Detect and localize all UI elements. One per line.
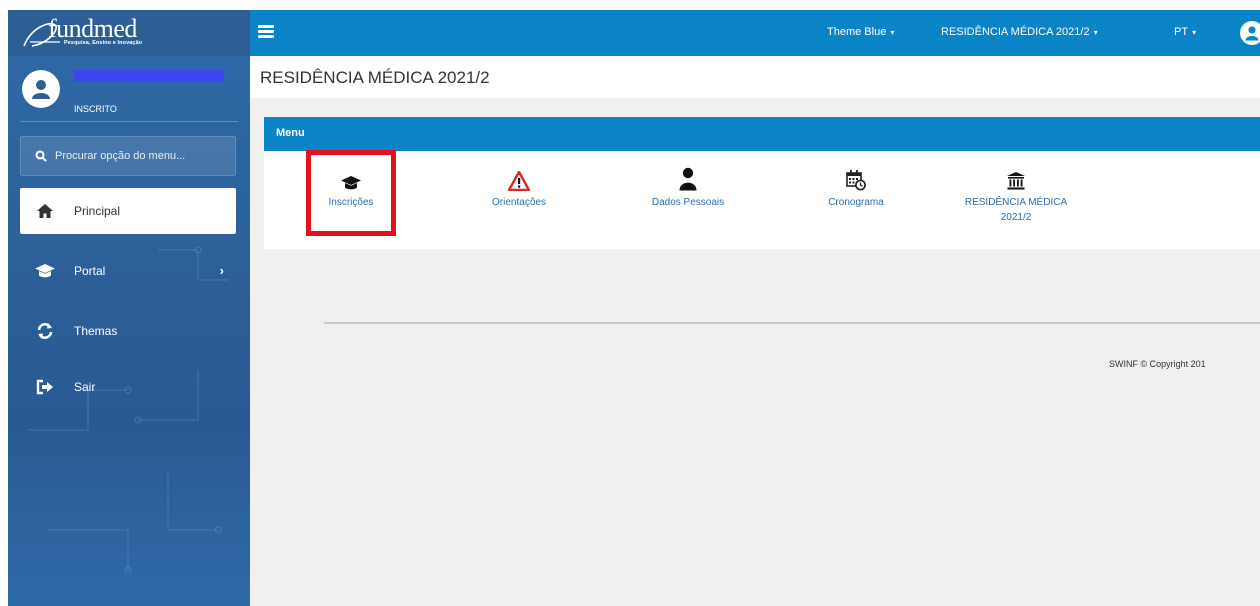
menu-panel-title: Menu <box>276 127 305 139</box>
search-icon <box>35 150 47 162</box>
user-avatar-icon <box>1245 26 1259 41</box>
avatar <box>22 70 60 108</box>
user-menu-avatar[interactable] <box>1240 21 1260 45</box>
logo-subtitle: Pesquisa, Ensino e Inovação <box>64 40 143 46</box>
graduation-cap-icon <box>281 165 421 191</box>
chevron-right-icon: › <box>219 263 224 278</box>
user-avatar-icon <box>32 80 50 99</box>
sidebar-item-label: Themas <box>74 324 118 338</box>
menu-item-label: Orientações <box>492 197 546 208</box>
language-dropdown[interactable]: PT ▾ <box>1174 26 1196 38</box>
user-icon <box>618 165 758 191</box>
user-divider <box>20 121 238 122</box>
menu-panel-heading: Menu <box>264 117 1260 151</box>
page-header: RESIDÊNCIA MÉDICA 2021/2 <box>250 56 1260 98</box>
menu-item-cronograma[interactable]: Cronograma <box>786 165 926 210</box>
brand-header[interactable]: fundmed Pesquisa, Ensino e Inovação <box>8 10 250 56</box>
sidebar-item-sair[interactable]: Sair <box>20 364 236 410</box>
refresh-icon <box>34 321 56 341</box>
caret-down-icon: ▾ <box>1093 28 1098 37</box>
sidebar-item-portal[interactable]: Portal › <box>20 248 236 294</box>
program-dropdown[interactable]: RESIDÊNCIA MÉDICA 2021/2 ▾ <box>941 26 1098 38</box>
menu-item-label: Dados Pessoais <box>651 197 725 208</box>
footer-copyright: SWINF © Copyright 201 <box>1109 359 1206 369</box>
menu-item-orientacoes[interactable]: Orientações <box>449 165 589 210</box>
menu-panel: Menu Inscrições Orientações Dados Pessoa… <box>264 117 1260 249</box>
warning-icon <box>449 165 589 191</box>
menu-item-label: RESIDÊNCIA MÉDICA 2021/2 <box>964 197 1068 223</box>
top-navbar: Theme Blue ▾ RESIDÊNCIA MÉDICA 2021/2 ▾ PT… <box>250 10 1260 56</box>
sidebar-item-label: Sair <box>74 380 96 394</box>
user-role: INSCRITO <box>74 104 117 114</box>
sidebar-item-label: Principal <box>74 204 121 218</box>
footer-divider <box>324 322 1260 324</box>
calendar-clock-icon <box>786 165 926 191</box>
search-input[interactable] <box>55 150 225 162</box>
sign-out-icon <box>34 377 56 397</box>
caret-down-icon: ▾ <box>890 28 895 37</box>
main-content: RESIDÊNCIA MÉDICA 2021/2 Menu Inscrições <box>250 56 1260 606</box>
graduation-cap-icon <box>34 261 56 281</box>
sidebar-item-principal[interactable]: Principal <box>20 188 236 234</box>
hamburger-menu-icon[interactable] <box>258 25 274 39</box>
menu-item-inscricoes[interactable]: Inscrições <box>281 165 421 210</box>
sidebar-item-label: Portal <box>74 264 106 278</box>
user-name-redacted <box>74 70 224 82</box>
menu-item-label: Cronograma <box>828 197 884 208</box>
caret-down-icon: ▾ <box>1192 28 1197 37</box>
menu-item-residencia-medica[interactable]: RESIDÊNCIA MÉDICA 2021/2 <box>946 165 1086 225</box>
menu-item-dados-pessoais[interactable]: Dados Pessoais <box>618 165 758 210</box>
sidebar: fundmed Pesquisa, Ensino e Inovação INSC… <box>8 10 250 606</box>
menu-item-label: Inscrições <box>328 197 374 208</box>
theme-dropdown[interactable]: Theme Blue ▾ <box>827 26 894 38</box>
home-icon <box>34 201 56 221</box>
page-title: RESIDÊNCIA MÉDICA 2021/2 <box>260 68 490 87</box>
user-panel: INSCRITO <box>8 56 250 122</box>
sidebar-item-themas[interactable]: Themas <box>20 308 236 354</box>
institution-icon <box>946 165 1086 191</box>
menu-search <box>20 136 236 176</box>
